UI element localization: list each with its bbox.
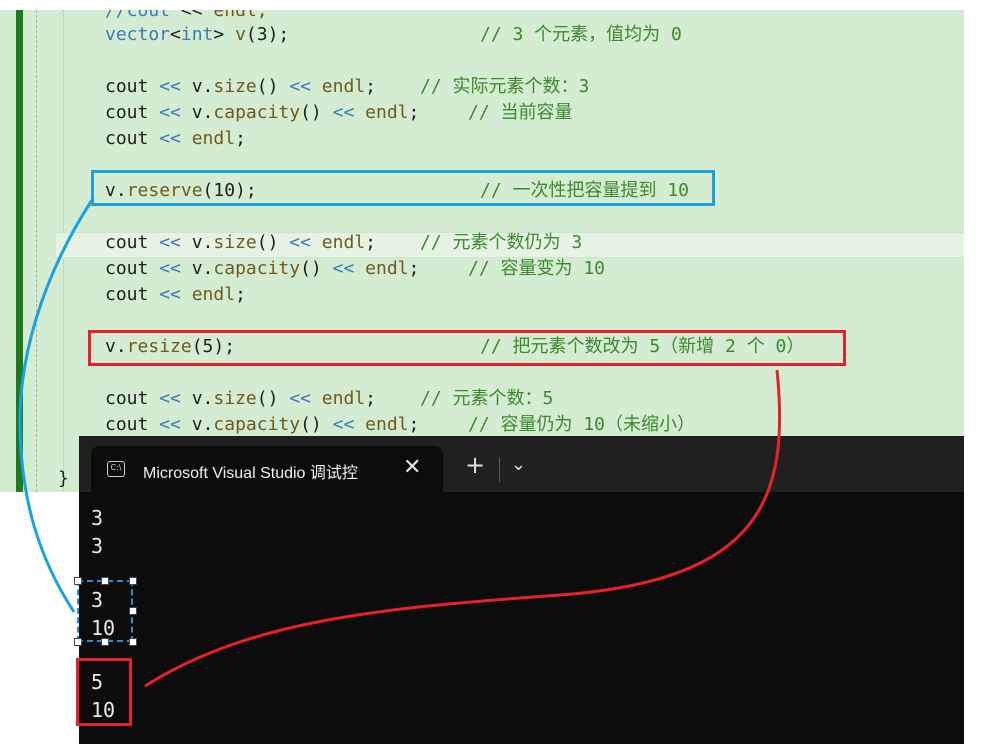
red-connector-line	[144, 369, 782, 688]
blue-connector-line	[18, 199, 94, 613]
annotation-arrows	[18, 199, 782, 688]
